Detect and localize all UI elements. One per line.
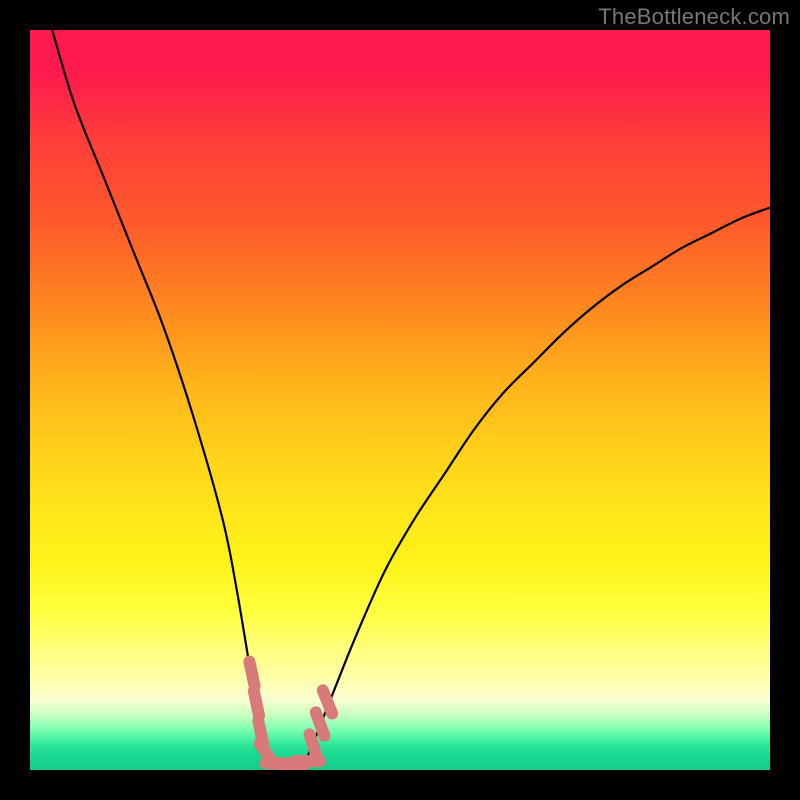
chart-stage: TheBottleneck.com	[0, 0, 800, 800]
marker-layer	[30, 30, 770, 770]
marker-group	[242, 654, 340, 770]
watermark-text: TheBottleneck.com	[598, 4, 790, 30]
plot-area	[30, 30, 770, 770]
